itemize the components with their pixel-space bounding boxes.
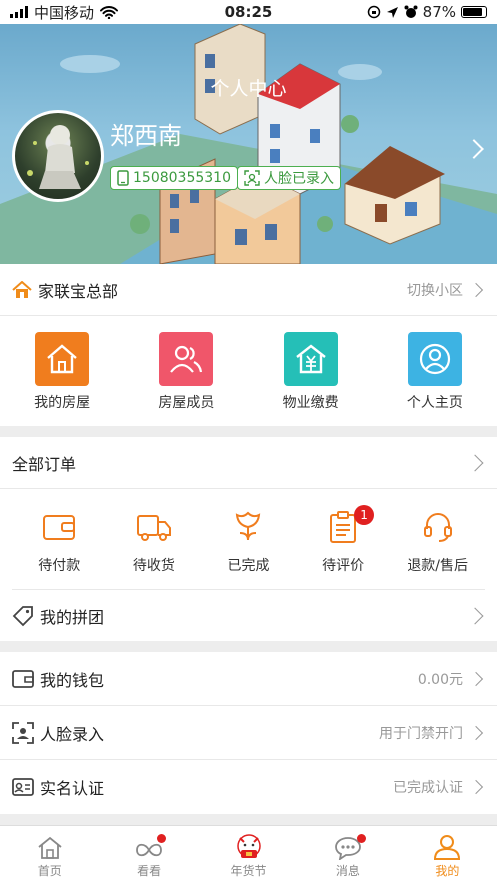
menu-item-label: 人脸录入 [40,724,105,744]
community-name: 家联宝总部 [38,281,119,301]
group-buy-row[interactable]: 我的拼团 [0,590,497,642]
menu-item-verification[interactable]: 实名认证 已完成认证 [0,760,497,814]
infinity-icon [136,843,163,857]
wallet-outline-icon [12,669,34,688]
chevron-right-icon [468,671,484,686]
festival-icon [236,834,261,858]
menu-item-wallet[interactable]: 我的钱包 0.00元 [0,652,497,706]
quick-action-profile[interactable]: 个人主页 [380,332,490,412]
tab-label: 看看 [137,864,162,878]
unread-dot [357,834,367,843]
house-icon [35,332,90,386]
chevron-right-icon [466,607,484,625]
members-icon [159,332,214,386]
quick-action-label: 房屋成员 [158,395,215,411]
status-bar: 中国移动 08:25 87% [0,0,497,24]
tab-me[interactable]: 我的 [398,826,497,883]
page-title: 个人中心 [210,78,287,100]
group-buy-label: 我的拼团 [40,608,105,627]
fee-icon [283,332,338,386]
unread-dot [157,834,167,843]
tag-icon [12,606,33,627]
battery-percent: 87% [422,3,456,21]
flower-icon [230,509,266,545]
face-hint: 用于门禁开门 [379,725,463,742]
home-orange-icon [12,280,32,298]
quick-action-members[interactable]: 房屋成员 [131,332,241,412]
face-status-chip: 人脸已录入 [237,166,341,190]
order-status-label: 已完成 [227,558,270,574]
face-scan-icon [12,721,34,744]
switch-community-label[interactable]: 切换小区 [407,280,463,300]
all-orders-label: 全部订单 [12,454,77,474]
wallet-balance: 0.00元 [417,671,463,688]
phone-icon [117,170,129,186]
profile-header[interactable]: 个人中心 郑西南 15080355310 人脸已录入 [0,24,497,264]
id-card-icon [12,778,34,796]
location-icon [386,6,398,18]
avatar[interactable] [12,110,104,202]
quick-action-my-house[interactable]: 我的房屋 [7,332,117,412]
order-status-label: 待收货 [132,558,175,574]
phone-chip: 15080355310 [110,166,238,190]
community-row[interactable]: 家联宝总部 切换小区 [0,264,497,316]
tab-home[interactable]: 首页 [0,826,99,883]
tab-festival[interactable]: 年货节 [199,826,298,883]
wifi-icon [100,5,119,19]
tab-messages[interactable]: 消息 [298,826,397,883]
all-orders-row[interactable]: 全部订单 [0,437,497,489]
person-icon [407,332,462,386]
tab-label: 首页 [37,864,62,878]
rotation-lock-icon [367,5,380,19]
order-status-label: 待评价 [322,558,365,574]
quick-action-label: 物业缴费 [282,395,339,411]
wallet-icon [41,509,77,545]
tab-bar: 首页 看看 年货节 消息 我的 [0,825,497,883]
headset-icon [420,509,456,545]
quick-action-label: 个人主页 [406,395,463,411]
alarm-icon [404,5,418,18]
chevron-right-icon [468,282,484,297]
signal-icon [10,6,28,18]
order-status-label: 退款/售后 [407,558,469,574]
tab-label: 我的 [435,864,460,878]
community-card: 家联宝总部 切换小区 我的房屋 房屋成员 物业缴费 个人主页 [0,264,497,426]
tab-label: 消息 [335,864,360,878]
quick-action-label: 我的房屋 [34,395,91,411]
phone-number: 15080355310 [133,170,231,186]
menu-item-face[interactable]: 人脸录入 用于门禁开门 [0,706,497,760]
menu-item-label: 我的钱包 [40,670,105,690]
order-pending-payment[interactable]: 待付款 [12,509,106,575]
verification-status: 已完成认证 [393,780,463,796]
face-status-label: 人脸已录入 [264,171,334,187]
user-name: 郑西南 [110,122,182,150]
settings-menu: 我的钱包 0.00元 人脸录入 用于门禁开门 实名认证 已完成认证 [0,652,497,814]
chevron-right-icon [468,725,484,740]
order-refund[interactable]: 退款/售后 [391,509,485,575]
chevron-right-icon [468,779,484,795]
tab-watch[interactable]: 看看 [99,826,198,883]
status-left: 中国移动 [10,2,119,23]
app-root: 中国移动 08:25 87% 个人中心 郑西南 15080355310 人脸已录… [0,0,497,883]
face-icon [244,170,260,186]
order-completed[interactable]: 已完成 [201,509,295,575]
carrier-label: 中国移动 [34,3,95,22]
order-pending-review[interactable]: 1 待评价 [296,505,390,575]
menu-item-label: 实名认证 [40,779,105,798]
tab-label: 年货节 [230,864,267,878]
chevron-right-icon [466,454,484,471]
profile-tab-icon [434,835,461,860]
review-count-badge: 1 [354,505,375,525]
quick-action-property-fee[interactable]: 物业缴费 [256,332,366,412]
orders-card: 全部订单 待付款 待收货 已完成 1 待评价 退款/售后 我的拼团 [0,437,497,641]
quick-actions: 我的房屋 房屋成员 物业缴费 个人主页 [0,316,497,412]
home-tab-icon [38,836,62,859]
status-right: 87% [367,3,487,21]
truck-icon [136,509,172,545]
order-status-bar: 待付款 待收货 已完成 1 待评价 退款/售后 [12,489,485,590]
avatar-figure [27,125,89,189]
order-status-label: 待付款 [38,558,81,574]
order-pending-receipt[interactable]: 待收货 [107,509,201,575]
battery-icon [461,6,487,18]
